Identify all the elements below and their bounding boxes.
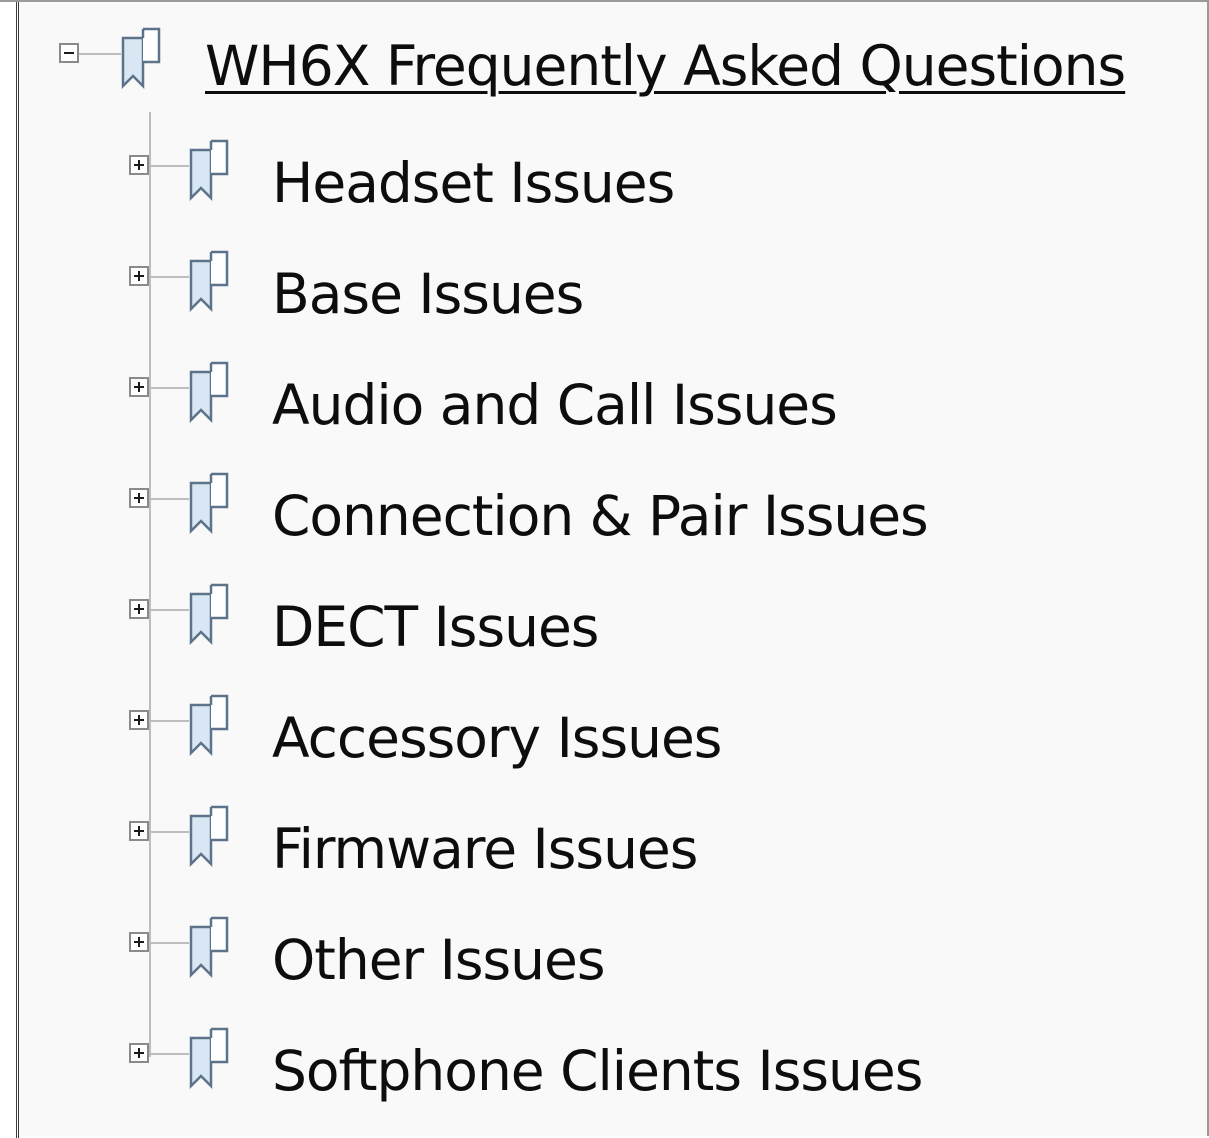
bookmarks-panel: WH6X Frequently Asked Questions Headset … bbox=[0, 0, 1209, 1138]
tree-node-accessory[interactable]: Accessory Issues bbox=[0, 694, 1200, 787]
tree-connector bbox=[149, 1053, 189, 1055]
tree-node-label[interactable]: Other Issues bbox=[272, 930, 606, 990]
expand-toggle[interactable] bbox=[129, 266, 149, 286]
tree-node-label[interactable]: Audio and Call Issues bbox=[272, 375, 838, 435]
minus-icon bbox=[64, 52, 74, 54]
tree-node-label[interactable]: Accessory Issues bbox=[272, 708, 722, 768]
tree-node-dect[interactable]: DECT Issues bbox=[0, 583, 1200, 676]
tree-node-softphone-clients[interactable]: Softphone Clients Issues bbox=[0, 1027, 1200, 1120]
tree-node-base[interactable]: Base Issues bbox=[0, 250, 1200, 343]
collapse-toggle[interactable] bbox=[59, 43, 79, 63]
tree-connector bbox=[149, 720, 189, 722]
tree-node-firmware[interactable]: Firmware Issues bbox=[0, 805, 1200, 898]
bookmark-icon bbox=[189, 472, 229, 535]
plus-icon-vertical bbox=[138, 604, 140, 614]
plus-icon-vertical bbox=[138, 826, 140, 836]
plus-icon-vertical bbox=[138, 1048, 140, 1058]
expand-toggle[interactable] bbox=[129, 1043, 149, 1063]
bookmark-icon bbox=[189, 805, 229, 868]
tree-guide-line bbox=[149, 112, 151, 1057]
tree-node-other[interactable]: Other Issues bbox=[0, 916, 1200, 1009]
tree-node-audio-and-call[interactable]: Audio and Call Issues bbox=[0, 361, 1200, 454]
tree-connector bbox=[149, 387, 189, 389]
plus-icon-vertical bbox=[138, 493, 140, 503]
bookmark-icon bbox=[189, 250, 229, 313]
expand-toggle[interactable] bbox=[129, 821, 149, 841]
tree-node-label[interactable]: Headset Issues bbox=[272, 153, 675, 213]
tree-connector bbox=[149, 609, 189, 611]
tree-node-headset[interactable]: Headset Issues bbox=[0, 139, 1200, 232]
expand-toggle[interactable] bbox=[129, 710, 149, 730]
bookmark-icon bbox=[189, 139, 229, 202]
plus-icon-vertical bbox=[138, 715, 140, 725]
plus-icon-vertical bbox=[138, 271, 140, 281]
tree-connector bbox=[149, 165, 189, 167]
tree-node-label[interactable]: DECT Issues bbox=[272, 597, 599, 657]
expand-toggle[interactable] bbox=[129, 155, 149, 175]
expand-toggle[interactable] bbox=[129, 932, 149, 952]
bookmark-icon bbox=[189, 361, 229, 424]
bookmark-icon bbox=[189, 583, 229, 646]
tree-node-label[interactable]: Base Issues bbox=[272, 264, 584, 324]
plus-icon-vertical bbox=[138, 937, 140, 947]
tree-node-label[interactable]: Connection & Pair Issues bbox=[272, 486, 929, 546]
tree-node-root-label[interactable]: WH6X Frequently Asked Questions bbox=[205, 36, 1126, 96]
bookmark-icon bbox=[189, 694, 229, 757]
tree-connector bbox=[149, 831, 189, 833]
tree-node-label[interactable]: Softphone Clients Issues bbox=[272, 1041, 923, 1101]
bookmark-icon bbox=[189, 1027, 229, 1090]
tree-node-root[interactable]: WH6X Frequently Asked Questions bbox=[0, 22, 1200, 102]
tree-connector bbox=[79, 53, 121, 55]
tree-node-label[interactable]: Firmware Issues bbox=[272, 819, 698, 879]
tree-connector bbox=[149, 276, 189, 278]
plus-icon-vertical bbox=[138, 160, 140, 170]
tree-connector bbox=[149, 498, 189, 500]
tree-node-connection-and-pair[interactable]: Connection & Pair Issues bbox=[0, 472, 1200, 565]
expand-toggle[interactable] bbox=[129, 599, 149, 619]
expand-toggle[interactable] bbox=[129, 377, 149, 397]
tree-connector bbox=[149, 942, 189, 944]
plus-icon-vertical bbox=[138, 382, 140, 392]
bookmark-icon bbox=[189, 916, 229, 979]
expand-toggle[interactable] bbox=[129, 488, 149, 508]
bookmark-icon bbox=[121, 27, 161, 90]
